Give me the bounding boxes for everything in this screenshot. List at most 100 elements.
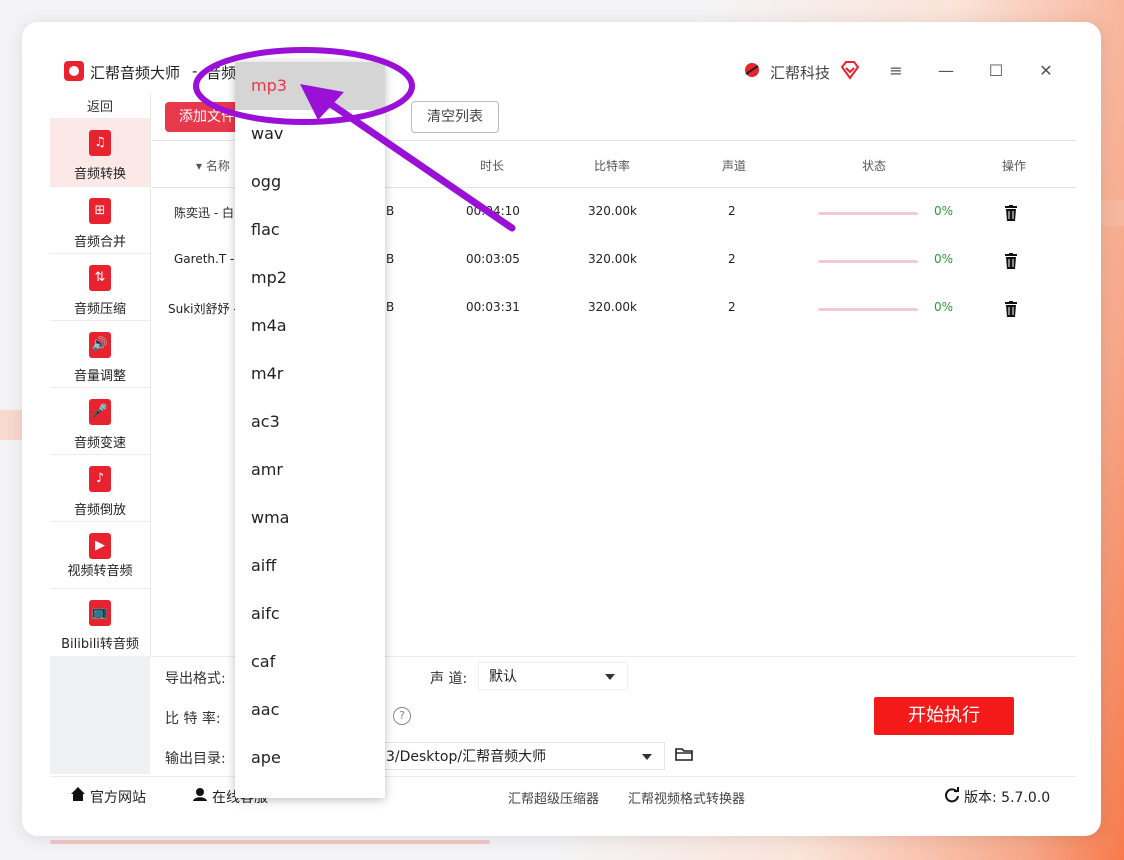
audio-compress-icon: ⇅	[89, 265, 111, 291]
sidebar: 返回 ♫ 音频转换 ⊞ 音频合并 ⇅ 音频压缩 🔊 音量调整 🎤 音频变速 ♪ …	[50, 92, 151, 678]
bilibili-tv-icon: 📺	[89, 600, 111, 626]
file-bitrate: 320.00k	[588, 252, 637, 266]
file-duration: 00:03:05	[466, 252, 520, 266]
folder-icon[interactable]	[675, 747, 693, 761]
format-option-aiff[interactable]: aiff	[235, 542, 385, 590]
video-converter-link[interactable]: 汇帮视频格式转换器	[628, 788, 745, 807]
clear-list-button[interactable]: 清空列表	[411, 101, 499, 133]
close-icon[interactable]: ✕	[1032, 58, 1060, 84]
start-button[interactable]: 开始执行	[874, 697, 1014, 735]
sidebar-item-label: 音频压缩	[73, 302, 126, 317]
footer-bar: 官方网站 在线客服 汇帮超级压缩器 汇帮视频格式转换器 版本: 5.7.0.0	[50, 776, 1076, 813]
format-option-aifc[interactable]: aifc	[235, 590, 385, 638]
format-option-m4a[interactable]: m4a	[235, 302, 385, 350]
output-dir-value: 3/Desktop/汇帮音频大师	[386, 749, 547, 765]
sidebar-item-audio-compress[interactable]: ⇅ 音频压缩	[50, 253, 150, 321]
progress-percent: 0%	[934, 252, 954, 266]
file-bitrate: 320.00k	[588, 204, 637, 218]
volume-icon: 🔊	[89, 332, 111, 358]
sidebar-item-label: 音频倒放	[73, 503, 126, 518]
progress-bar	[818, 260, 918, 263]
sidebar-item-label: 音频转换	[73, 167, 126, 182]
sidebar-item-label: 音量调整	[73, 369, 126, 384]
file-channels: 2	[728, 204, 736, 218]
sidebar-item-bilibili-to-audio[interactable]: 📺 Bilibili转音频	[50, 588, 150, 656]
output-dir-select[interactable]: 3/Desktop/汇帮音频大师	[375, 742, 665, 770]
microphone-icon: 🎤	[89, 399, 111, 425]
file-channels: 2	[728, 300, 736, 314]
header-duration: 时长	[480, 159, 505, 173]
progress-bar	[818, 212, 918, 215]
format-option-caf[interactable]: caf	[235, 638, 385, 686]
channel-select[interactable]: 默认	[478, 662, 628, 690]
file-name: 陈奕迅 - 白	[174, 206, 234, 220]
file-name: Gareth.T -	[174, 252, 235, 266]
progress-percent: 0%	[934, 204, 954, 218]
format-option-ape[interactable]: ape	[235, 734, 385, 782]
format-option-m4r[interactable]: m4r	[235, 350, 385, 398]
format-option-amr[interactable]: amr	[235, 446, 385, 494]
super-compressor-link[interactable]: 汇帮超级压缩器	[508, 788, 599, 807]
title-separator: -	[192, 62, 198, 80]
sidebar-item-audio-merge[interactable]: ⊞ 音频合并	[50, 186, 150, 254]
header-channels: 声道	[722, 159, 747, 173]
progress-bar	[818, 308, 918, 311]
brand-logo-icon	[745, 63, 759, 77]
sidebar-item-audio-reverse[interactable]: ♪ 音频倒放	[50, 454, 150, 522]
format-option-ogg[interactable]: ogg	[235, 158, 385, 206]
sidebar-item-video-to-audio[interactable]: ▶ 视频转音频	[50, 521, 150, 589]
vip-diamond-icon[interactable]	[840, 60, 860, 80]
sidebar-item-label: 音频合并	[73, 235, 126, 250]
music-note-icon: ♪	[89, 466, 111, 492]
background-decoration	[50, 840, 490, 844]
brand-name[interactable]: 汇帮科技	[770, 62, 830, 83]
title-tab[interactable]: 音频	[206, 62, 236, 83]
refresh-icon[interactable]	[944, 787, 960, 803]
version-label: 版本: 5.7.0.0	[964, 790, 1051, 806]
delete-trash-icon[interactable]	[1004, 301, 1018, 317]
back-button[interactable]: 返回	[50, 96, 150, 115]
format-option-wav[interactable]: wav	[235, 110, 385, 158]
file-name: Suki刘舒妤 -	[168, 302, 238, 316]
format-option-flac[interactable]: flac	[235, 206, 385, 254]
minimize-icon[interactable]: —	[932, 58, 960, 84]
file-size: B	[386, 252, 395, 266]
format-option-ac3[interactable]: ac3	[235, 398, 385, 446]
file-duration: 00:03:31	[466, 300, 520, 314]
progress-percent: 0%	[934, 300, 954, 314]
channel-label: 声 道:	[430, 671, 468, 687]
official-website-link[interactable]: 官方网站	[90, 787, 146, 807]
audio-merge-icon: ⊞	[89, 198, 111, 224]
file-size: B	[386, 204, 395, 218]
header-bitrate: 比特率	[594, 159, 631, 173]
help-icon[interactable]: ?	[393, 707, 411, 725]
format-option-aac[interactable]: aac	[235, 686, 385, 734]
video-film-icon: ▶	[89, 533, 111, 559]
chevron-down-icon	[605, 674, 615, 680]
header-name[interactable]: ▾ 名称	[196, 157, 230, 174]
export-format-label: 导出格式:	[165, 671, 226, 687]
format-dropdown-list[interactable]: mp3 wav ogg flac mp2 m4a m4r ac3 amr wma…	[235, 62, 385, 798]
header-action: 操作	[1002, 159, 1027, 173]
chevron-down-icon	[642, 754, 652, 760]
sidebar-item-audio-convert[interactable]: ♫ 音频转换	[50, 118, 150, 186]
home-icon[interactable]	[70, 786, 86, 802]
file-channels: 2	[728, 252, 736, 266]
file-bitrate: 320.00k	[588, 300, 637, 314]
output-dir-label: 输出目录:	[165, 751, 226, 767]
header-status: 状态	[862, 159, 887, 173]
maximize-icon[interactable]: ☐	[982, 58, 1010, 84]
menu-icon[interactable]: ≡	[882, 58, 910, 84]
format-option-mp3[interactable]: mp3	[235, 62, 385, 110]
delete-trash-icon[interactable]	[1004, 253, 1018, 269]
sidebar-item-audio-speed[interactable]: 🎤 音频变速	[50, 387, 150, 455]
sidebar-item-volume-adjust[interactable]: 🔊 音量调整	[50, 320, 150, 388]
format-option-wma[interactable]: wma	[235, 494, 385, 542]
customer-service-icon[interactable]	[192, 786, 208, 802]
format-option-mp2[interactable]: mp2	[235, 254, 385, 302]
delete-trash-icon[interactable]	[1004, 205, 1018, 221]
channel-select-value: 默认	[489, 669, 517, 685]
sidebar-item-label: Bilibili转音频	[61, 637, 139, 652]
app-title: 汇帮音频大师	[90, 64, 181, 82]
app-logo-icon	[64, 61, 84, 81]
